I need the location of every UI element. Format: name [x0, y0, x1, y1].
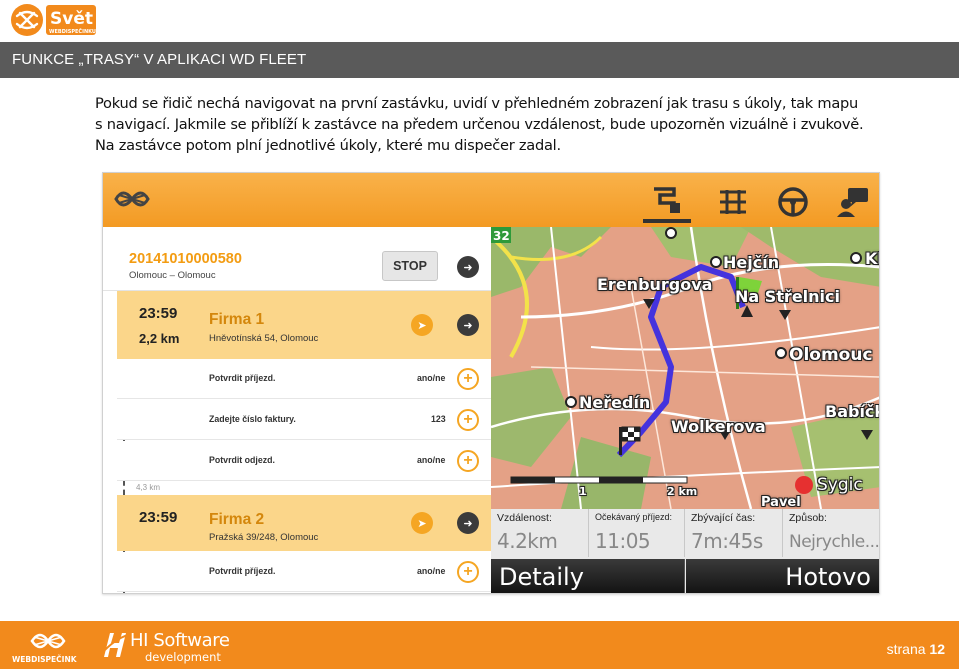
intro-line-1: Pokud se řidič nechá navigovat na první …: [95, 95, 859, 112]
stop-name: Firma 2: [209, 511, 265, 528]
webdispecink-logo: WEBDISPEČINK: [10, 627, 82, 669]
task-row[interactable]: Potvrdit odjezd. ano/ne +: [117, 441, 491, 481]
stop-detail-button[interactable]: ➜: [457, 314, 479, 336]
hi-software-logo-icon: [100, 629, 130, 666]
task-value: ano/ne: [417, 455, 446, 465]
info-value: 11:05: [595, 529, 651, 553]
hi-software-subtitle: development: [145, 650, 221, 664]
map-place-label: Olomouc: [789, 345, 873, 365]
task-label: Potvrdit odjezd.: [209, 455, 275, 465]
info-caption: Očekávaný příjezd:: [595, 512, 673, 522]
task-label: Potvrdit příjezd.: [209, 566, 276, 576]
details-button[interactable]: Detaily: [491, 559, 685, 593]
navigation-map[interactable]: 32 Hejčín Erenburgova Na Střelnici Olomo…: [491, 227, 880, 593]
stop-distance: 2,2 km: [139, 331, 180, 346]
navigate-icon[interactable]: ➤: [411, 512, 433, 534]
add-task-button[interactable]: +: [457, 409, 479, 431]
navigate-icon[interactable]: ➤: [411, 314, 433, 336]
page-label: strana: [886, 641, 926, 657]
task-row[interactable]: Potvrdit příjezd. ano/ne +: [117, 359, 491, 399]
info-value: 4.2km: [497, 529, 558, 553]
stop-item-firma-1[interactable]: 23:59 2,2 km Firma 1 Hněvotínská 54, Olo…: [117, 291, 491, 359]
task-row[interactable]: Zadejte číslo faktury. 123 +: [117, 400, 491, 440]
map-place-label: Kl: [865, 249, 879, 268]
info-value: 7m:45s: [691, 529, 763, 553]
driving-tab-icon[interactable]: [769, 181, 817, 223]
stop-detail-button[interactable]: ➜: [457, 512, 479, 534]
app-logo-icon: [113, 185, 151, 218]
add-task-button[interactable]: +: [457, 368, 479, 390]
sygic-logo: Sygic: [817, 475, 863, 495]
task-label: Potvrdit příjezd.: [209, 373, 276, 383]
footer-bar: WEBDISPEČINK HI Software development str…: [0, 621, 959, 669]
add-task-button[interactable]: +: [457, 450, 479, 472]
scale-mark-2: 2 km: [667, 485, 698, 498]
hi-software-name: HI Software: [130, 630, 230, 651]
info-mode: Způsob: Nejrychle...: [783, 509, 880, 557]
map-place-label: Pavel: [761, 495, 801, 510]
stop-time: 23:59: [139, 509, 178, 526]
info-distance: Vzdálenost: 4.2km: [491, 509, 589, 557]
page-number-value: 12: [929, 641, 945, 657]
stop-name: Firma 1: [209, 311, 265, 328]
brand-text: Svět: [50, 9, 93, 29]
map-place-label: Na Střelnici: [735, 287, 840, 306]
stop-button[interactable]: STOP: [382, 251, 438, 281]
intro-line-2: s navigací. Jakmile se přiblíží k zastáv…: [95, 116, 864, 133]
info-value: Nejrychle...: [789, 532, 880, 552]
stop-time: 23:59: [139, 305, 178, 322]
map-place-label: Hejčín: [723, 253, 780, 272]
task-row[interactable]: Potvrdit příjezd. ano/ne +: [117, 552, 491, 592]
info-caption: Způsob:: [789, 512, 827, 524]
title-bar: FUNKCE „TRASY“ V APLIKACI WD FLEET: [0, 42, 959, 78]
route-next-button[interactable]: ➜: [457, 256, 479, 278]
slide-page: Svět WEBDISPEČINKU FUNKCE „TRASY“ V APLI…: [0, 0, 959, 669]
stop-address: Hněvotínská 54, Olomouc: [209, 333, 319, 344]
intro-line-3: Na zastávce potom plní jednotlivé úkoly,…: [95, 137, 561, 154]
task-value: 123: [431, 414, 446, 424]
tasks-tab-icon[interactable]: [709, 181, 757, 223]
add-task-button[interactable]: +: [457, 561, 479, 583]
route-header: 20141010000580 Olomouc – Olomouc STOP ➜: [103, 227, 491, 291]
map-place-label: Babíčk: [825, 402, 880, 421]
distance-between-stops: 4,3 km: [136, 483, 161, 492]
dispatcher-tab-icon[interactable]: [829, 181, 877, 223]
top-strip: Svět WEBDISPEČINKU: [0, 0, 959, 42]
stop-address: Pražská 39/248, Olomouc: [209, 532, 319, 543]
map-place-label: Wolkerova: [671, 417, 766, 436]
info-arrival: Očekávaný příjezd: 11:05: [589, 509, 685, 557]
stop-item-firma-2[interactable]: 23:59 Firma 2 Pražská 39/248, Olomouc ➤ …: [117, 495, 491, 551]
task-label: Zadejte číslo faktury.: [209, 414, 296, 424]
scale-mark-1: 1: [579, 485, 587, 498]
task-value: ano/ne: [417, 566, 446, 576]
page-title: FUNKCE „TRASY“ V APLIKACI WD FLEET: [12, 51, 307, 68]
wd-fleet-app-screenshot: 20141010000580 Olomouc – Olomouc STOP ➜ …: [102, 172, 880, 594]
route-task-panel: 20141010000580 Olomouc – Olomouc STOP ➜ …: [103, 227, 491, 593]
map-place-label: Neředín: [579, 393, 651, 412]
task-value: ano/ne: [417, 373, 446, 383]
info-remaining: Zbývající čas: 7m:45s: [685, 509, 783, 557]
route-subtitle: Olomouc – Olomouc: [129, 270, 216, 281]
route-id: 20141010000580: [129, 251, 242, 267]
info-caption: Zbývající čas:: [691, 512, 756, 524]
brand-subtext: WEBDISPEČINKU: [49, 28, 96, 35]
route-tab-icon[interactable]: [643, 181, 691, 223]
intro-paragraph: Pokud se řidič nechá navigovat na první …: [95, 93, 895, 156]
info-caption: Vzdálenost:: [497, 512, 552, 524]
road-number: 32: [493, 229, 510, 243]
map-place-label: Erenburgova: [597, 275, 713, 294]
app-top-bar: [103, 173, 879, 227]
svet-webdispecinku-logo: Svět WEBDISPEČINKU: [10, 3, 96, 37]
webdispecink-text: WEBDISPEČINK: [12, 655, 78, 664]
page-number: strana 12: [887, 641, 945, 657]
done-button[interactable]: Hotovo: [686, 559, 879, 593]
navigation-info-panel: Vzdálenost: 4.2km Očekávaný příjezd: 11:…: [491, 509, 880, 593]
